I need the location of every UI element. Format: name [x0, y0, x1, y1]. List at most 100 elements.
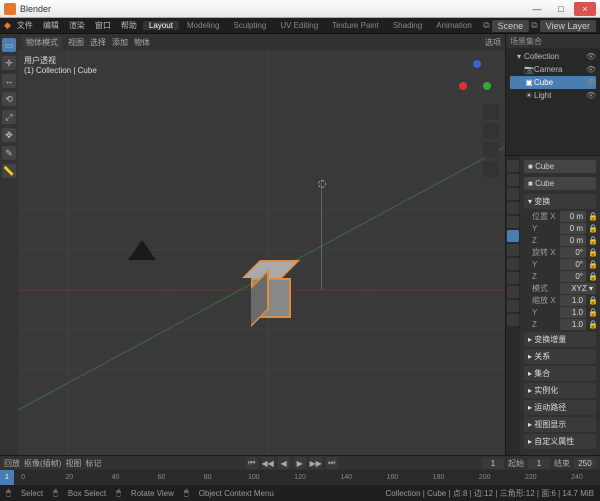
timeline-view[interactable]: 视图 [65, 458, 81, 469]
tool-scale[interactable]: ⤢ [2, 110, 16, 124]
transform-field[interactable]: Z0°🔒 [532, 271, 596, 282]
panel-header[interactable]: ▸ 实例化 [524, 383, 596, 398]
tab-constraints[interactable] [507, 286, 519, 298]
camera-tool-icon[interactable] [483, 142, 499, 158]
workspace-shading[interactable]: Shading [387, 21, 428, 30]
viewport-options[interactable]: 选项 [485, 37, 501, 48]
tool-cursor[interactable]: ✛ [2, 56, 16, 70]
timeline-cursor[interactable]: 1 [0, 470, 14, 485]
camera-object[interactable] [128, 240, 156, 260]
maximize-button[interactable]: □ [550, 2, 572, 16]
nav-gizmo[interactable] [459, 60, 495, 96]
minimize-button[interactable]: — [526, 2, 548, 16]
workspace-uv[interactable]: UV Editing [274, 21, 324, 30]
menu-file[interactable]: 文件 [13, 20, 37, 31]
workspace-modeling[interactable]: Modeling [181, 21, 225, 30]
viewport-menu-add[interactable]: 添加 [112, 37, 128, 48]
workspace-texture[interactable]: Texture Paint [326, 21, 385, 30]
3d-viewport[interactable]: 用户透视 (1) Collection | Cube [18, 50, 505, 455]
status-info: Collection | Cube | 点:8 | 边:12 | 三角形:12 … [385, 488, 594, 499]
timeline-keying[interactable]: 抠像(插帧) [24, 458, 61, 469]
workspace-sculpting[interactable]: Sculpting [227, 21, 272, 30]
tab-physics[interactable] [507, 272, 519, 284]
transform-field[interactable]: Z1.0🔒 [532, 319, 596, 330]
mouse-right-icon: 🖱 [184, 488, 189, 498]
workspace-animation[interactable]: Animation [430, 21, 478, 30]
tool-measure[interactable]: 📏 [2, 164, 16, 178]
ortho-tool-icon[interactable] [483, 161, 499, 177]
outliner-item[interactable]: ▾Collection👁 [510, 50, 596, 63]
jump-end-icon[interactable]: ⏭ [326, 457, 338, 469]
light-line [321, 180, 322, 290]
close-button[interactable]: × [574, 2, 596, 16]
menu-render[interactable]: 渲染 [65, 20, 89, 31]
tab-output[interactable] [507, 174, 519, 186]
transform-field[interactable]: Y0 m🔒 [532, 223, 596, 234]
transform-field[interactable]: 缩放 X1.0🔒 [532, 295, 596, 306]
panel-header[interactable]: ▸ 集合 [524, 366, 596, 381]
mouse-middle-icon: 🖱 [116, 488, 121, 498]
tab-scene[interactable] [507, 202, 519, 214]
zoom-tool-icon[interactable] [483, 104, 499, 120]
viewport-menu-select[interactable]: 选择 [90, 37, 106, 48]
outliner-item[interactable]: ▣Cube👁 [510, 76, 596, 89]
transform-field[interactable]: 位置 X0 m🔒 [532, 211, 596, 222]
scene-selector[interactable]: Scene [492, 20, 530, 32]
rotation-mode[interactable]: 模式XYZ ▾ [532, 283, 596, 294]
tab-data[interactable] [507, 300, 519, 312]
tool-select-box[interactable]: ▭ [2, 38, 16, 52]
jump-next-icon[interactable]: ▶▶ [310, 457, 322, 469]
panel-transform[interactable]: ▾ 变换 [524, 194, 596, 209]
pan-tool-icon[interactable] [483, 123, 499, 139]
outliner-item[interactable]: 📷Camera👁 [510, 63, 596, 76]
jump-start-icon[interactable]: ⏮ [246, 457, 258, 469]
viewport-menu-view[interactable]: 视图 [68, 37, 84, 48]
tab-modifiers[interactable] [507, 244, 519, 256]
panel-header[interactable]: ▸ 自定义属性 [524, 434, 596, 449]
scene-browse-icon[interactable]: ⧉ [483, 20, 489, 31]
transform-field[interactable]: 旋转 X0°🔒 [532, 247, 596, 258]
timeline-ruler[interactable]: 1 020406080100120140160180200220240 [0, 470, 600, 485]
transform-field[interactable]: Z0 m🔒 [532, 235, 596, 246]
timeline-marker[interactable]: 标记 [85, 458, 101, 469]
panel-header[interactable]: ▸ 运动路径 [524, 400, 596, 415]
menu-edit[interactable]: 编辑 [39, 20, 63, 31]
viewlayer-browse-icon[interactable]: ⧉ [531, 20, 537, 31]
panel-header[interactable]: ▸ 关系 [524, 349, 596, 364]
transform-field[interactable]: Y1.0🔒 [532, 307, 596, 318]
menu-window[interactable]: 窗口 [91, 20, 115, 31]
tool-rotate[interactable]: ⟲ [2, 92, 16, 106]
frame-end-input[interactable] [574, 458, 596, 469]
timeline-playback[interactable]: 回放 [4, 458, 20, 469]
transform-field[interactable]: Y0°🔒 [532, 259, 596, 270]
panel-header[interactable]: ▸ 视图显示 [524, 417, 596, 432]
tab-render[interactable] [507, 160, 519, 172]
play-reverse-icon[interactable]: ◀ [278, 457, 290, 469]
tab-particles[interactable] [507, 258, 519, 270]
timeline-tick: 20 [46, 474, 92, 481]
prop-name-field[interactable]: ■ Cube [524, 177, 596, 190]
frame-start-input[interactable] [528, 458, 550, 469]
outliner-item[interactable]: ☀Light👁 [510, 89, 596, 102]
timeline-tick: 180 [415, 474, 461, 481]
viewlayer-selector[interactable]: View Layer [540, 20, 596, 32]
viewport-menu-object[interactable]: 物体 [134, 37, 150, 48]
prop-breadcrumb[interactable]: ■ Cube [524, 160, 596, 173]
tab-viewlayer[interactable] [507, 188, 519, 200]
panel-header[interactable]: ▸ 变换增量 [524, 332, 596, 347]
tab-object[interactable] [507, 230, 519, 242]
tool-transform[interactable]: ✥ [2, 128, 16, 142]
cube-object[interactable] [251, 260, 295, 304]
tab-material[interactable] [507, 314, 519, 326]
frame-current-input[interactable] [482, 458, 504, 469]
jump-prev-icon[interactable]: ◀◀ [262, 457, 274, 469]
timeline-tick: 40 [92, 474, 138, 481]
tool-move[interactable]: ↔ [2, 74, 16, 88]
tool-annotate[interactable]: ✎ [2, 146, 16, 160]
menu-help[interactable]: 帮助 [117, 20, 141, 31]
mode-selector[interactable]: 物体模式 [22, 36, 62, 49]
workspace-layout[interactable]: Layout [143, 21, 179, 30]
light-object[interactable] [318, 180, 326, 188]
tab-world[interactable] [507, 216, 519, 228]
play-icon[interactable]: ▶ [294, 457, 306, 469]
